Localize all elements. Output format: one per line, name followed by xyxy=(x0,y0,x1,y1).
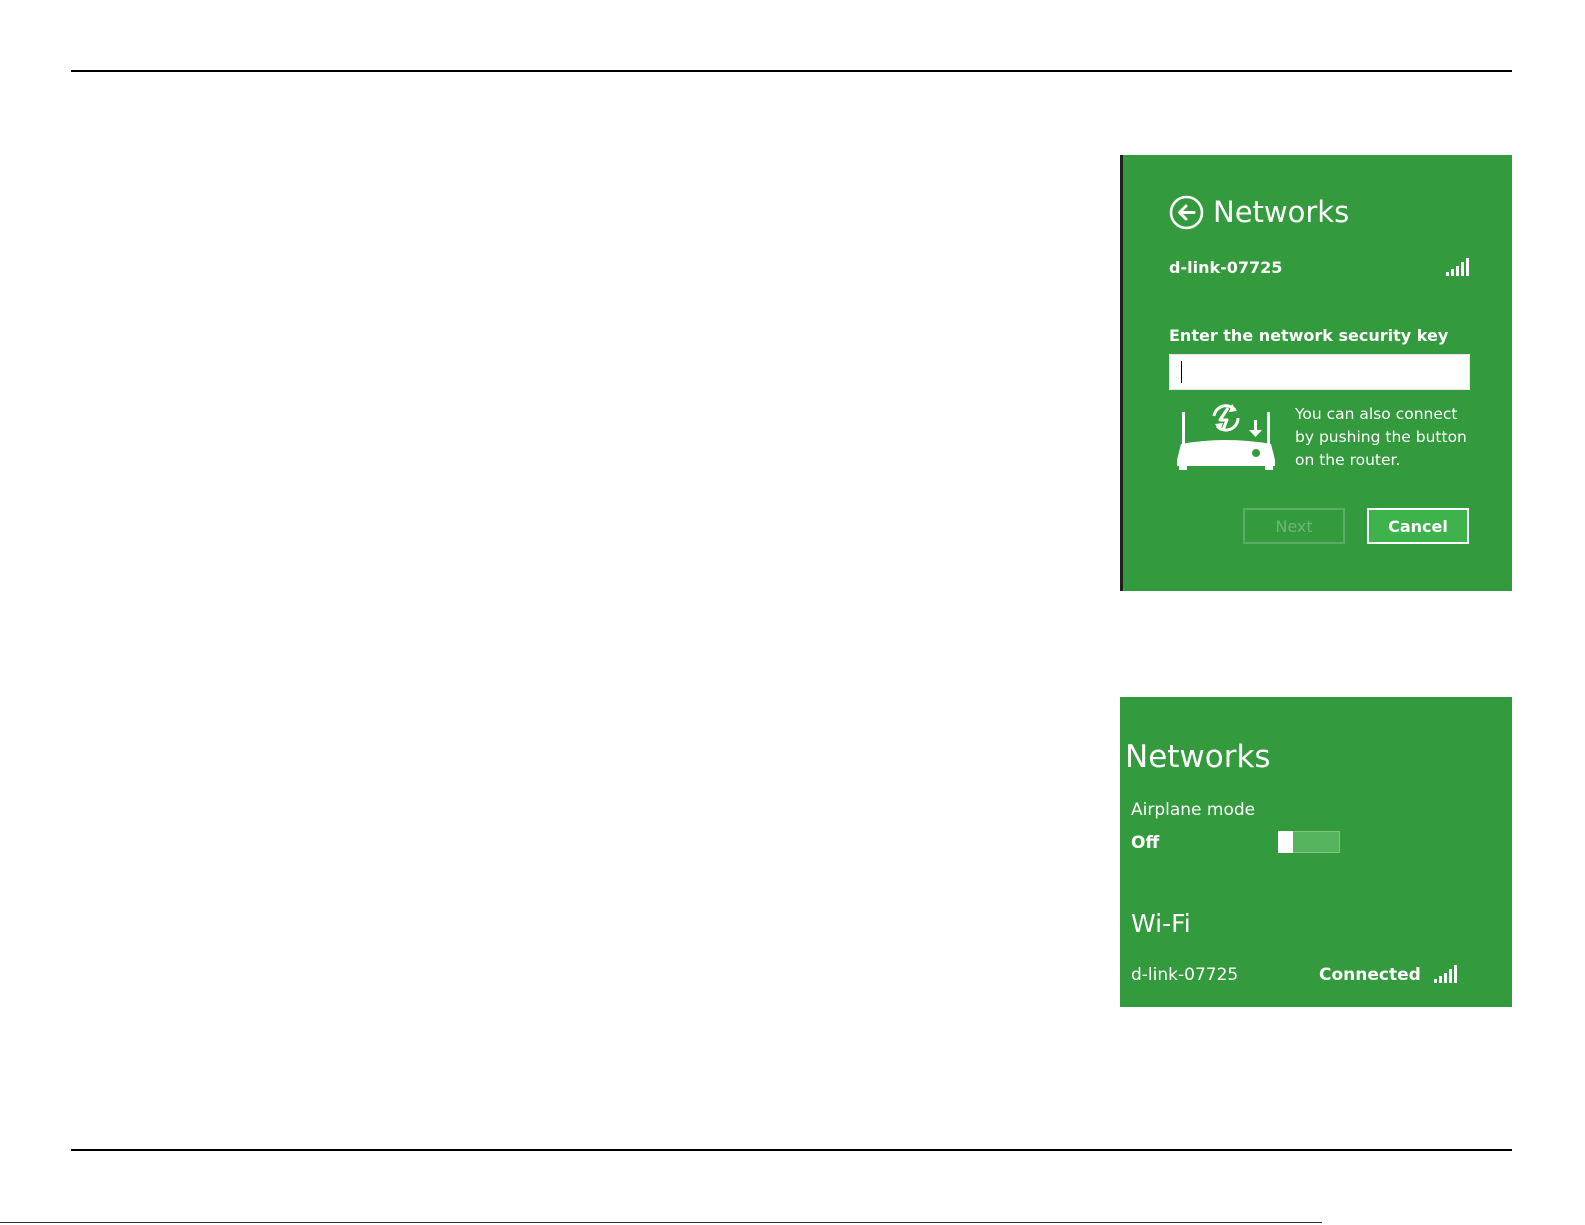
connection-status: Connected xyxy=(1319,965,1421,985)
next-button[interactable]: Next xyxy=(1243,508,1345,544)
signal-strength-icon xyxy=(1434,965,1457,983)
airplane-mode-toggle[interactable] xyxy=(1278,831,1340,853)
wps-line: on the router. xyxy=(1295,451,1401,469)
network-list-item[interactable]: d-link-07725 Connected xyxy=(1131,965,1461,987)
signal-strength-icon xyxy=(1446,258,1469,276)
network-ssid: d-link-07725 xyxy=(1131,965,1239,985)
security-key-input[interactable] xyxy=(1169,354,1470,390)
network-ssid: d-link-07725 xyxy=(1169,258,1283,277)
airplane-mode-label: Airplane mode xyxy=(1131,800,1256,820)
networks-title: Networks xyxy=(1125,739,1271,775)
dialog-header: Networks xyxy=(1169,192,1349,232)
security-key-label: Enter the network security key xyxy=(1169,326,1449,345)
text-caret xyxy=(1181,361,1182,383)
wps-router-icon xyxy=(1177,404,1275,470)
back-arrow-icon[interactable] xyxy=(1169,195,1204,230)
footer-line xyxy=(0,1222,1322,1223)
networks-panel: Networks Airplane mode Off Wi-Fi d-link-… xyxy=(1120,697,1512,1007)
wps-line: by pushing the button xyxy=(1295,428,1467,446)
wps-instructions: You can also connect by pushing the butt… xyxy=(1295,403,1485,472)
airplane-mode-state: Off xyxy=(1131,833,1160,853)
network-key-dialog: Networks d-link-07725 Enter the network … xyxy=(1120,155,1512,591)
toggle-thumb xyxy=(1278,831,1293,853)
top-divider xyxy=(71,70,1512,72)
bottom-divider xyxy=(71,1149,1512,1151)
dialog-title: Networks xyxy=(1213,195,1350,229)
wifi-heading: Wi-Fi xyxy=(1131,909,1191,938)
cancel-button[interactable]: Cancel xyxy=(1367,508,1469,544)
wps-line: You can also connect xyxy=(1295,405,1458,423)
